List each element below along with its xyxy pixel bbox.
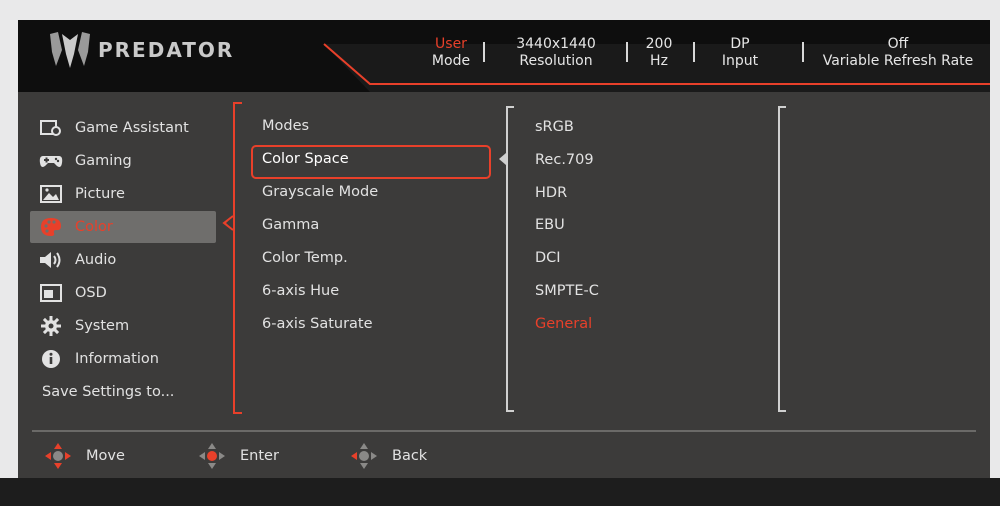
info-icon: [39, 349, 63, 369]
sidebar-item-game-assistant[interactable]: Game Assistant: [30, 112, 216, 144]
status-vrr-label: Variable Refresh Rate: [822, 53, 974, 69]
gamepad-icon: [39, 151, 63, 171]
monitor-bezel: [0, 478, 1000, 506]
status-refresh: 200 Hz: [636, 36, 682, 70]
status-refresh-value: 200: [645, 36, 673, 52]
status-mode-label: Mode: [431, 53, 471, 69]
dpad-move-icon: [45, 443, 71, 469]
option-rec709[interactable]: Rec.709: [535, 144, 594, 176]
option-dci[interactable]: DCI: [535, 242, 561, 274]
footer-move-label: Move: [86, 448, 125, 464]
status-mode-value: User: [435, 36, 467, 52]
menu-item-6-axis-saturate[interactable]: 6-axis Saturate: [262, 308, 373, 340]
menu-item-gamma[interactable]: Gamma: [262, 209, 319, 241]
option-smpte-c[interactable]: SMPTE-C: [535, 275, 599, 307]
status-vrr: Off Variable Refresh Rate: [818, 36, 978, 70]
footer-back-label: Back: [392, 448, 428, 464]
options-pointer-icon: [499, 153, 506, 165]
sidebar-item-gaming[interactable]: Gaming: [30, 145, 216, 177]
sidebar-item-label: System: [75, 318, 130, 334]
sidebar-item-audio[interactable]: Audio: [30, 244, 216, 276]
menu-item-grayscale-mode[interactable]: Grayscale Mode: [262, 176, 378, 208]
osd-panel: PREDATOR User Mode 3440x1440 Resolution …: [18, 20, 990, 478]
sidebar-item-label: Color: [75, 219, 113, 235]
status-input-value: DP: [730, 36, 750, 52]
status-input-label: Input: [721, 53, 759, 69]
brand-name: PREDATOR: [98, 38, 235, 62]
option-srgb[interactable]: sRGB: [535, 111, 574, 143]
option-ebu[interactable]: EBU: [535, 209, 565, 241]
dpad-enter-icon: [199, 443, 225, 469]
palette-icon: [39, 217, 63, 237]
menu-item-color-space[interactable]: Color Space: [262, 143, 349, 175]
status-vrr-value: Off: [887, 36, 909, 52]
predator-emblem-icon: [50, 32, 90, 68]
sidebar-item-label: Game Assistant: [75, 120, 189, 136]
detail-bracket: [778, 106, 786, 412]
sidebar-item-label: Information: [75, 351, 159, 367]
sidebar-item-label: Gaming: [75, 153, 132, 169]
sidebar-item-label: OSD: [75, 285, 107, 301]
status-separator: [802, 42, 804, 62]
option-general[interactable]: General: [535, 308, 592, 340]
sidebar-item-save-settings[interactable]: Save Settings to...: [30, 376, 228, 408]
osd-icon: [39, 283, 63, 303]
footer-enter-label: Enter: [240, 448, 279, 464]
options-bracket: [506, 106, 514, 412]
footer-back-hint: Back: [348, 440, 427, 472]
sidebar-item-label: Save Settings to...: [42, 384, 175, 400]
sidebar-item-information[interactable]: Information: [30, 343, 216, 375]
status-separator: [483, 42, 485, 62]
sidebar-item-osd[interactable]: OSD: [30, 277, 216, 309]
speaker-icon: [39, 250, 63, 270]
sidebar-item-label: Picture: [75, 186, 125, 202]
gear-icon: [39, 316, 63, 336]
status-resolution: 3440x1440 Resolution: [504, 36, 608, 70]
submenu-bracket: [233, 102, 242, 414]
footer-move-hint: Move: [42, 440, 125, 472]
sidebar-item-system[interactable]: System: [30, 310, 216, 342]
status-resolution-label: Resolution: [519, 53, 593, 69]
status-refresh-label: Hz: [650, 53, 668, 69]
dpad-back-icon: [351, 443, 377, 469]
sidebar-item-color[interactable]: Color: [30, 211, 216, 243]
status-input: DP Input: [710, 36, 770, 70]
sidebar-item-picture[interactable]: Picture: [30, 178, 216, 210]
status-mode: User Mode: [426, 36, 476, 70]
menu-item-color-temp[interactable]: Color Temp.: [262, 242, 348, 274]
predator-logo: PREDATOR: [48, 30, 234, 70]
sidebar-item-label: Audio: [75, 252, 117, 268]
picture-icon: [39, 184, 63, 204]
menu-item-modes[interactable]: Modes: [262, 110, 309, 142]
menu-item-6-axis-hue[interactable]: 6-axis Hue: [262, 275, 339, 307]
status-separator: [693, 42, 695, 62]
footer-divider: [32, 430, 976, 432]
status-separator: [626, 42, 628, 62]
game-assistant-icon: [39, 118, 63, 138]
status-resolution-value: 3440x1440: [516, 36, 596, 52]
footer-enter-hint: Enter: [196, 440, 279, 472]
option-hdr[interactable]: HDR: [535, 177, 567, 209]
